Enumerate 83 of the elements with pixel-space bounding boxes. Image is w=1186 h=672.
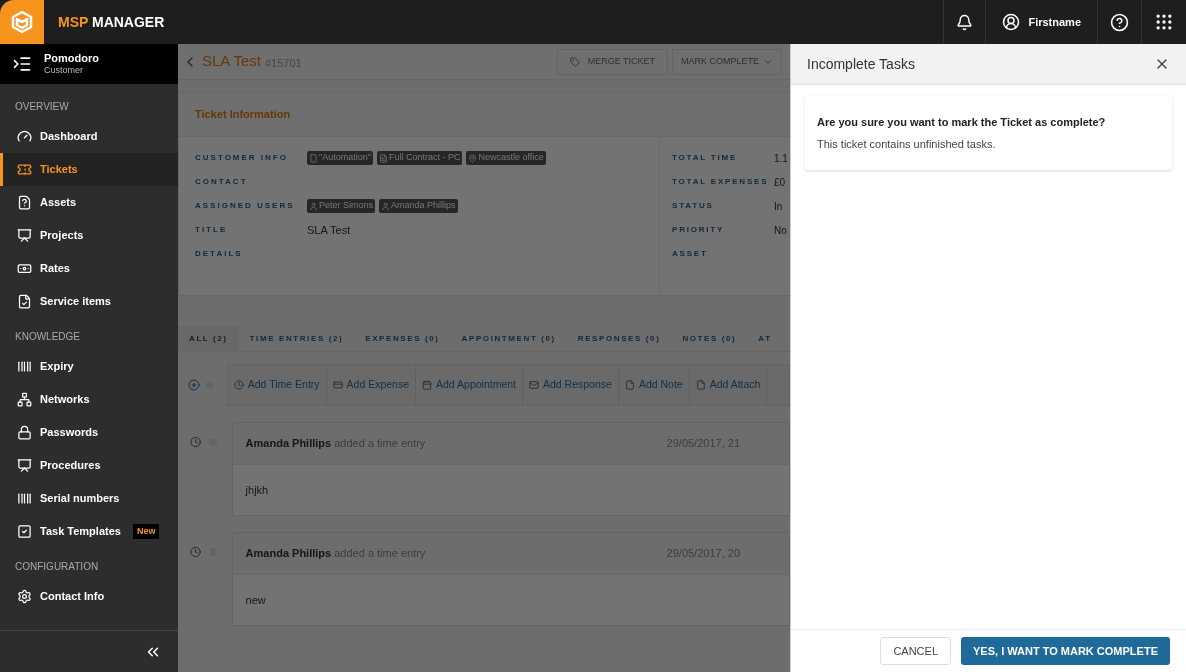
field-value: £0 — [774, 175, 786, 190]
confirm-button[interactable]: YES, I WANT TO MARK COMPLETE — [961, 637, 1170, 665]
network-icon — [17, 392, 32, 407]
field-label: DETAILS — [195, 248, 244, 260]
checkbox-icon — [17, 524, 32, 539]
entry-body: new — [245, 592, 266, 608]
info-tag: Peter Simons — [307, 199, 376, 213]
field-value: No — [774, 223, 787, 238]
field-value: 1.1 — [774, 151, 788, 166]
nav-item[interactable]: Tickets — [0, 153, 178, 186]
nav-item[interactable]: Serial numbers — [0, 482, 178, 515]
file-icon — [624, 380, 635, 390]
ticket-icon — [17, 162, 32, 177]
nav-item[interactable]: Networks — [0, 383, 178, 416]
brand-name: MSP MANAGER — [58, 12, 165, 32]
mail-icon — [529, 380, 539, 390]
menu-icon[interactable] — [12, 54, 32, 74]
help-icon[interactable] — [1110, 12, 1129, 32]
nav-item[interactable]: Task Templates New — [0, 515, 178, 548]
lock-icon — [17, 425, 32, 440]
section-heading: KNOWLEDGE — [15, 330, 80, 344]
field-label: PRIORITY — [672, 224, 726, 236]
clock-icon — [233, 380, 244, 390]
field-label: CONTACT — [195, 176, 249, 188]
apps-grid-icon[interactable] — [1154, 12, 1174, 32]
banknote-icon — [17, 261, 32, 276]
nav-item[interactable]: Procedures — [0, 449, 178, 482]
section-heading: CONFIGURATION — [15, 560, 99, 574]
barcode-icon — [17, 359, 32, 374]
tag-icon — [569, 56, 580, 67]
file-icon — [695, 380, 706, 390]
info-tag: Amanda Phillips — [379, 199, 458, 213]
user-icon — [1002, 13, 1021, 31]
nav-item[interactable]: Assets — [0, 186, 178, 219]
calendar-icon — [422, 380, 432, 390]
phone-icon — [309, 153, 318, 163]
nav-item[interactable]: Projects — [0, 219, 178, 252]
field-value: SLA Test — [307, 222, 351, 238]
person-icon — [381, 201, 391, 211]
section-heading: OVERVIEW — [15, 100, 69, 114]
customer-role: Customer — [44, 65, 84, 77]
section-title: Ticket Information — [195, 107, 291, 123]
barcode-icon — [17, 491, 32, 506]
info-tag: Full Contract - PC — [376, 151, 463, 165]
field-label: ASSIGNED USERS — [195, 200, 296, 212]
notification-icon[interactable] — [956, 13, 974, 31]
gauge-icon — [17, 129, 32, 144]
info-tag: Newcastle office — [466, 151, 546, 165]
ticket-title: SLA Test — [202, 51, 261, 72]
nav-item[interactable]: Dashboard — [0, 120, 178, 153]
clock-icon — [190, 436, 202, 448]
question-file-icon — [17, 195, 32, 210]
dialog-question: Are you sure you want to mark the Ticket as complete? — [817, 115, 1107, 130]
field-label: TITLE — [195, 224, 229, 236]
person-icon — [309, 201, 318, 211]
nav-item[interactable]: Contact Info — [0, 580, 178, 613]
map-pin-icon — [468, 153, 478, 163]
nav-item[interactable]: Passwords — [0, 416, 178, 449]
field-label: ASSET — [672, 248, 709, 260]
customer-name: Pomodoro — [44, 51, 99, 66]
presentation-icon — [17, 228, 32, 243]
nav-item[interactable]: Expiry — [0, 350, 178, 383]
checked-file-icon — [17, 294, 32, 309]
presentation-icon — [17, 458, 32, 473]
field-label: TOTAL TIME — [672, 152, 739, 164]
customer-header[interactable]: Pomodoro Customer — [0, 44, 178, 84]
credit-card-icon — [332, 380, 343, 390]
document-icon — [378, 153, 388, 163]
nav-item[interactable]: Service items — [0, 285, 178, 318]
settings-icon — [17, 589, 32, 604]
field-label: TOTAL EXPENSES — [672, 176, 770, 188]
clock-icon — [190, 546, 202, 558]
nav-item[interactable]: Rates — [0, 252, 178, 285]
entry-body: jhjkh — [245, 482, 269, 498]
info-tag: "Automation" — [307, 151, 373, 165]
cancel-button[interactable]: CANCEL — [880, 637, 951, 665]
field-value: In — [774, 199, 783, 214]
logo-icon[interactable] — [0, 0, 44, 44]
dialog-message: This ticket contains unfinished tasks. — [817, 136, 997, 152]
dialog-title: Incomplete Tasks — [807, 54, 915, 74]
field-label: CUSTOMER INFO — [195, 152, 289, 164]
new-badge: New — [132, 523, 160, 540]
field-label: STATUS — [672, 200, 715, 212]
